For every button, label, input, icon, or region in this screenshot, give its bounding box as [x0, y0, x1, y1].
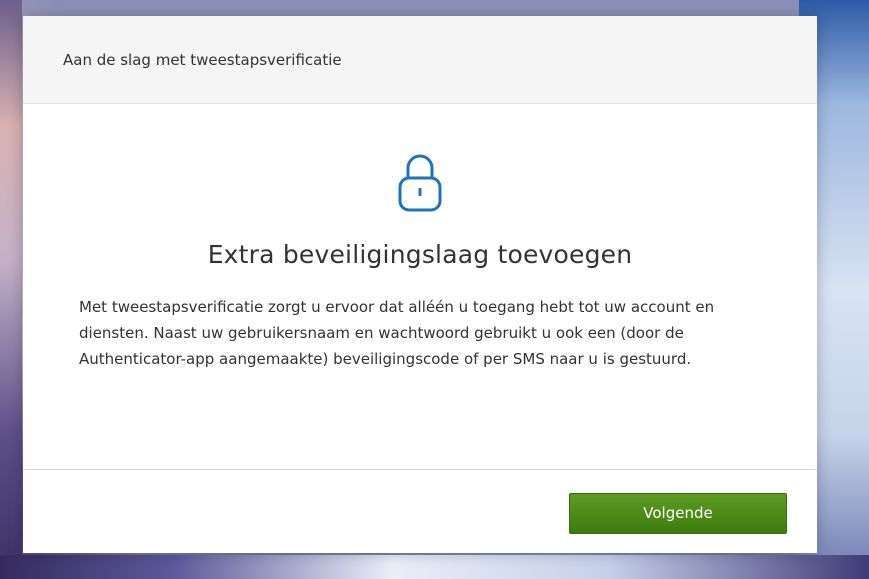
- background-bottom-edge: [0, 555, 869, 579]
- background-left-edge: [0, 0, 22, 579]
- next-button[interactable]: Volgende: [569, 492, 787, 534]
- lock-icon-container: [79, 148, 761, 218]
- lock-icon: [398, 154, 442, 212]
- dialog-description: Met tweestapsverificatie zorgt u ervoor …: [79, 298, 715, 368]
- dialog-body: Extra beveiligingslaag toevoegen Met twe…: [23, 104, 817, 470]
- dialog-title: Aan de slag met tweestapsverificatie: [63, 50, 342, 69]
- two-step-verification-dialog: Aan de slag met tweestapsverificatie Ext…: [23, 16, 817, 553]
- dialog-header: Aan de slag met tweestapsverificatie: [23, 16, 817, 104]
- dialog-footer: Volgende: [23, 470, 817, 552]
- dialog-headline: Extra beveiligingslaag toevoegen: [207, 240, 633, 269]
